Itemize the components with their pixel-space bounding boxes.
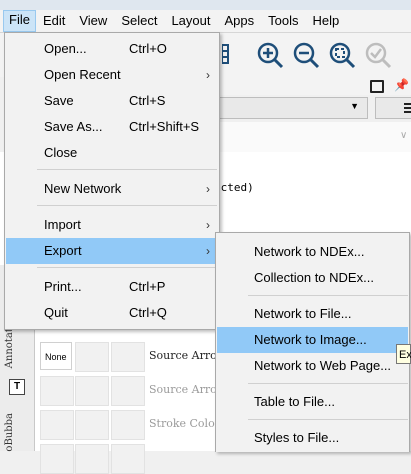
menu-item-label: Quit xyxy=(44,305,68,320)
menu-file[interactable]: File xyxy=(3,10,36,32)
default-value-cell[interactable] xyxy=(40,376,74,406)
bypass-cell[interactable] xyxy=(111,444,145,474)
menu-item-label: Open Recent xyxy=(44,67,121,82)
menu-help[interactable]: Help xyxy=(306,11,347,31)
shortcut-label: Ctrl+Shift+S xyxy=(129,119,200,134)
menu-item-save[interactable]: Save Ctrl+S xyxy=(6,88,218,114)
menu-view[interactable]: View xyxy=(72,11,114,31)
mapping-cell[interactable] xyxy=(75,376,109,406)
menu-item-label: Save As... xyxy=(44,119,103,134)
file-menu: Open... Ctrl+O Open Recent › Save Ctrl+S… xyxy=(4,32,220,330)
menu-separator xyxy=(248,295,408,296)
mapping-cell[interactable] xyxy=(75,410,109,440)
hamburger-line xyxy=(404,111,411,113)
menu-layout[interactable]: Layout xyxy=(164,11,217,31)
shortcut-label: Ctrl+S xyxy=(129,93,166,108)
menu-item-table-to-file[interactable]: Table to File... xyxy=(217,389,408,415)
menu-separator xyxy=(37,267,217,268)
menu-item-label: New Network xyxy=(44,181,122,196)
menu-item-new-network[interactable]: New Network › xyxy=(6,176,218,202)
property-label: Source Arro xyxy=(149,349,217,362)
menu-item-label: Export xyxy=(44,243,82,258)
text-annotation-icon[interactable]: T xyxy=(9,379,25,395)
menubar: File Edit View Select Layout Apps Tools … xyxy=(0,10,411,33)
menu-item-save-as[interactable]: Save As... Ctrl+Shift+S xyxy=(6,114,218,140)
menu-item-label: Network to File... xyxy=(254,306,352,321)
panel-row xyxy=(210,122,411,152)
menu-item-label: Open... xyxy=(44,41,87,56)
menu-item-collection-to-ndex[interactable]: Collection to NDEx... xyxy=(217,265,408,291)
panel-menu-button[interactable] xyxy=(375,97,411,119)
shortcut-label: Ctrl+Q xyxy=(129,305,167,320)
window-title-strip xyxy=(0,0,411,10)
menu-item-label: Print... xyxy=(44,279,82,294)
menu-tools[interactable]: Tools xyxy=(261,11,305,31)
zoom-in-icon[interactable] xyxy=(256,41,284,69)
menu-item-label: Save xyxy=(44,93,74,108)
export-submenu: Network to NDEx... Collection to NDEx...… xyxy=(215,232,410,452)
menu-separator xyxy=(248,383,408,384)
mapping-cell[interactable] xyxy=(75,444,109,474)
panel-header: 📌 xyxy=(210,77,411,95)
menu-item-label: Styles to File... xyxy=(254,430,340,445)
submenu-arrow-icon: › xyxy=(206,182,210,196)
menu-item-label: Network to Web Page... xyxy=(254,358,392,373)
zoom-fit-icon[interactable] xyxy=(328,41,356,69)
menu-item-label: Network to NDEx... xyxy=(254,244,365,259)
menu-item-network-to-web-page[interactable]: Network to Web Page... xyxy=(217,353,408,379)
menu-item-close[interactable]: Close xyxy=(6,140,218,166)
menu-item-quit[interactable]: Quit Ctrl+Q xyxy=(6,300,218,326)
menu-item-label: Network to Image... xyxy=(254,332,367,347)
style-dropdown[interactable]: ▼ xyxy=(210,97,368,119)
bypass-cell[interactable] xyxy=(111,376,145,406)
shortcut-label: Ctrl+P xyxy=(129,279,166,294)
mapping-cell[interactable] xyxy=(75,342,109,372)
menu-item-import[interactable]: Import › xyxy=(6,212,218,238)
menu-separator xyxy=(37,205,217,206)
menu-item-network-to-ndex[interactable]: Network to NDEx... xyxy=(217,239,408,265)
menu-item-open[interactable]: Open... Ctrl+O xyxy=(6,36,218,62)
tooltip: Ex xyxy=(396,344,411,364)
shortcut-label: Ctrl+O xyxy=(129,41,167,56)
menu-item-print[interactable]: Print... Ctrl+P xyxy=(6,274,218,300)
table-icon[interactable] xyxy=(221,41,250,69)
collapse-icon[interactable]: ∨ xyxy=(400,130,407,141)
maximize-icon[interactable] xyxy=(370,80,384,93)
hamburger-line xyxy=(404,107,411,109)
pin-icon[interactable]: 📌 xyxy=(394,78,409,92)
property-label: Stroke Colo xyxy=(149,417,215,430)
menu-item-styles-to-file[interactable]: Styles to File... xyxy=(217,425,408,451)
menu-apps[interactable]: Apps xyxy=(218,11,262,31)
submenu-arrow-icon: › xyxy=(206,68,210,82)
menu-item-network-to-file[interactable]: Network to File... xyxy=(217,301,408,327)
default-value-cell[interactable] xyxy=(40,444,74,474)
menu-item-label: Collection to NDEx... xyxy=(254,270,374,285)
default-value-cell[interactable]: None xyxy=(40,342,72,370)
submenu-arrow-icon: › xyxy=(206,218,210,232)
side-tab-bubba[interactable]: oBubba xyxy=(4,413,15,452)
menu-item-open-recent[interactable]: Open Recent › xyxy=(6,62,218,88)
property-label: Source Arro xyxy=(149,383,217,396)
zoom-out-icon[interactable] xyxy=(292,41,320,69)
menu-separator xyxy=(248,419,408,420)
bypass-cell[interactable] xyxy=(111,410,145,440)
zoom-selected-icon[interactable] xyxy=(364,41,392,69)
hamburger-line xyxy=(404,103,411,105)
menu-item-label: Table to File... xyxy=(254,394,335,409)
bypass-cell[interactable] xyxy=(111,342,145,372)
side-tab-annotation[interactable]: Annotati xyxy=(4,325,15,368)
menu-item-label: Close xyxy=(44,145,78,160)
chevron-down-icon: ▼ xyxy=(350,101,359,111)
menu-separator xyxy=(37,169,217,170)
menu-edit[interactable]: Edit xyxy=(36,11,72,31)
menu-item-network-to-image[interactable]: Network to Image... xyxy=(217,327,408,353)
menu-select[interactable]: Select xyxy=(114,11,164,31)
submenu-arrow-icon: › xyxy=(206,244,210,258)
menu-item-label: Import xyxy=(44,217,81,232)
menu-item-export[interactable]: Export › xyxy=(6,238,218,264)
default-value-cell[interactable] xyxy=(40,410,74,440)
